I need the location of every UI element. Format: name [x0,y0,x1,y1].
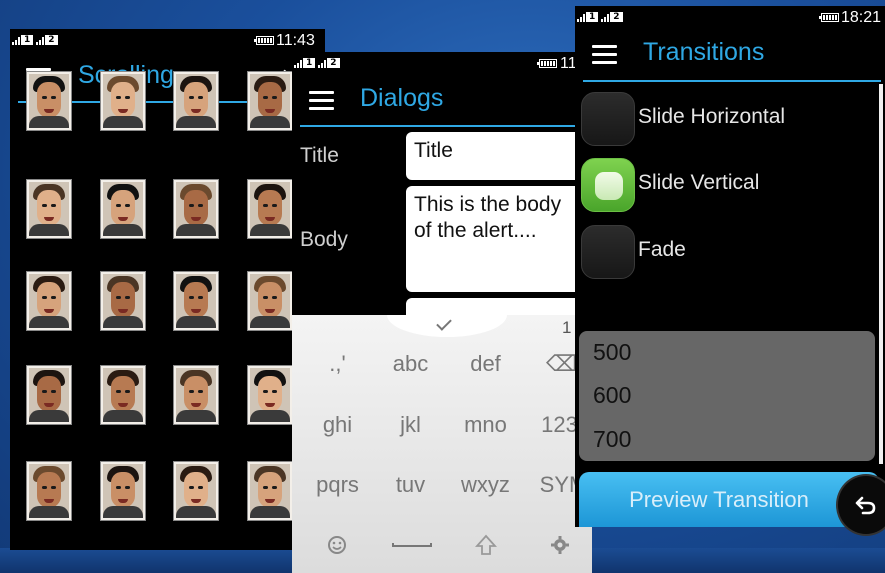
contact-photo[interactable] [26,179,72,239]
title-bar: Dialogs [292,76,592,128]
contact-photo[interactable] [247,71,293,131]
sim-1-badge: 1 [21,35,34,45]
signal-icon: 12 [294,58,342,68]
key-jkl[interactable]: jkl [373,400,448,450]
scrollbar[interactable] [879,84,883,464]
menu-icon[interactable] [592,45,617,64]
title-bar: Transitions [575,30,885,82]
title-field[interactable]: Title [406,132,581,180]
title-divider [300,125,592,127]
virtual-keyboard: 1 .,' abc def ⌫ ghi jkl mno 123 pqrs tuv… [292,315,592,573]
contact-photo[interactable] [26,71,72,131]
key-wxyz[interactable]: wxyz [448,460,523,510]
duration-option[interactable]: 500 [593,339,631,366]
title-label: Title [300,144,339,167]
back-arrow-icon [855,496,876,515]
scrolling-screen: 12 11:43 Scrolling [10,29,325,550]
space-bar-icon[interactable] [392,541,432,549]
clock: 11:43 [276,32,315,49]
contact-photo[interactable] [100,461,146,521]
option-fade[interactable]: Fade [581,225,871,281]
title-divider [583,80,881,82]
signal-icon: 12 [577,12,625,22]
contact-photo[interactable] [173,271,219,331]
body-field[interactable]: This is the body of the alert.... [406,186,581,292]
battery-icon [254,36,274,45]
contact-photo[interactable] [26,461,72,521]
contact-photo[interactable] [247,461,293,521]
status-bar: 12 11:43 [10,29,325,53]
sim-2-badge: 2 [327,58,340,68]
contact-photo[interactable] [173,179,219,239]
sim-2-badge: 2 [45,35,58,45]
key-pqrs[interactable]: pqrs [300,460,375,510]
transitions-screen: 12 18:21 Transitions Slide Horizontal Sl… [575,6,885,527]
option-label: Slide Horizontal [638,105,786,128]
contact-photo[interactable] [100,71,146,131]
key-ghi[interactable]: ghi [300,400,375,450]
status-bar: 12 11 [292,52,592,76]
shift-icon[interactable] [475,534,497,556]
smiley-icon[interactable] [327,535,347,555]
menu-icon[interactable] [309,91,334,110]
key-mno[interactable]: mno [448,400,523,450]
sim-1-badge: 1 [303,58,316,68]
clock: 18:21 [841,9,882,26]
option-label: Slide Vertical [638,171,760,194]
contact-photo[interactable] [26,271,72,331]
duration-option[interactable]: 700 [593,426,631,453]
page-title: Transitions [643,38,765,66]
sim-2-badge: 2 [610,12,623,22]
contact-photo[interactable] [100,179,146,239]
photo-grid[interactable] [26,71,306,550]
toggle-fade[interactable] [581,225,635,279]
sim-1-badge: 1 [586,12,599,22]
toggle-slide-horizontal[interactable] [581,92,635,146]
key-punct[interactable]: .,' [300,339,375,389]
contact-photo[interactable] [173,461,219,521]
key-tuv[interactable]: tuv [373,460,448,510]
signal-icon: 12 [12,35,60,45]
contact-photo[interactable] [247,365,293,425]
option-slide-vertical[interactable]: Slide Vertical [581,158,871,214]
toggle-slide-vertical[interactable] [581,158,635,212]
contact-photo[interactable] [100,365,146,425]
contact-photo[interactable] [173,71,219,131]
contact-photo[interactable] [173,365,219,425]
body-label: Body [300,228,348,251]
contact-photo[interactable] [247,179,293,239]
duration-picker[interactable]: 500 600 700 [579,331,875,461]
option-slide-horizontal[interactable]: Slide Horizontal [581,92,871,148]
dialogs-screen: 12 1 1 Dialogs Title Title Body This is t… [292,52,592,573]
status-bar: 12 18:21 [575,6,885,30]
key-def[interactable]: def [448,339,523,389]
page-title: Dialogs [360,84,444,112]
option-label: Fade [638,238,686,261]
contact-photo[interactable] [100,271,146,331]
key-abc[interactable]: abc [373,339,448,389]
battery-icon [537,59,557,68]
contact-photo[interactable] [26,365,72,425]
preview-transition-button[interactable]: Preview Transition [579,472,879,527]
keyboard-number-hint: 1 [562,318,572,337]
battery-icon [819,13,839,22]
duration-option[interactable]: 600 [593,382,631,409]
settings-icon[interactable] [550,535,570,555]
contact-photo[interactable] [247,271,293,331]
